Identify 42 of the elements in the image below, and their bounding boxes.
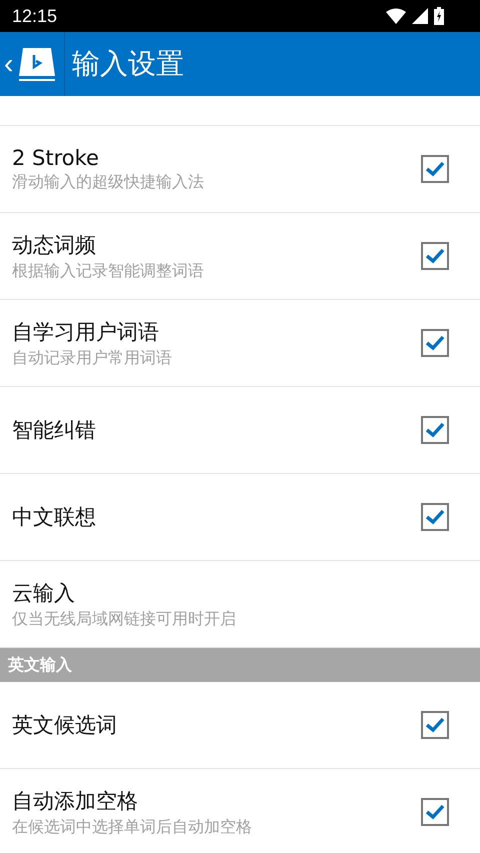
battery-icon <box>434 7 444 25</box>
setting-title: 英文候选词 <box>12 712 118 739</box>
check-icon <box>425 422 445 438</box>
setting-title: 智能纠错 <box>12 417 97 444</box>
setting-row[interactable]: 自动添加空格 在候选词中选择单词后自动加空格 <box>0 769 480 853</box>
wifi-icon <box>386 8 406 24</box>
checkbox[interactable] <box>421 242 449 270</box>
section-header: 英文输入 <box>0 648 480 682</box>
setting-row[interactable]: 2 Stroke 滑动输入的超级快捷输入法 <box>0 126 480 213</box>
setting-description: 滑动输入的超级快捷输入法 <box>12 172 205 192</box>
setting-row[interactable]: 智能纠错 <box>0 387 480 474</box>
check-icon <box>425 335 445 351</box>
checkbox[interactable] <box>421 155 449 183</box>
setting-description: 自动记录用户常用词语 <box>12 348 173 368</box>
setting-title: 动态词频 <box>12 232 97 258</box>
setting-description: 在候选词中选择单词后自动加空格 <box>12 816 253 838</box>
back-button[interactable]: ‹ <box>0 32 65 96</box>
setting-description: 根据输入记录智能调整词语 <box>12 260 205 282</box>
status-time: 12:15 <box>12 6 58 26</box>
setting-title: 自动添加空格 <box>12 788 139 814</box>
setting-title: 云输入 <box>12 580 76 606</box>
setting-row[interactable]: 中文联想 <box>0 474 480 561</box>
setting-row[interactable]: 动态词频 根据输入记录智能调整词语 <box>0 213 480 300</box>
setting-title: 中文联想 <box>12 504 97 531</box>
setting-title: 自学习用户词语 <box>12 318 160 346</box>
setting-title: 2 Stroke <box>12 146 100 170</box>
check-icon <box>425 509 445 525</box>
setting-row[interactable]: 英文候选词 <box>0 682 480 769</box>
keyboard-logo-icon <box>17 46 58 82</box>
page-title: 输入设置 <box>72 46 184 82</box>
signal-icon <box>412 8 428 24</box>
check-icon <box>425 161 445 177</box>
check-icon <box>425 804 445 820</box>
setting-row[interactable]: 自学习用户词语 自动记录用户常用词语 <box>0 300 480 387</box>
setting-description: 仅当无线局域网链接可用时开启 <box>12 608 237 630</box>
check-icon <box>425 248 445 264</box>
checkbox[interactable] <box>421 798 449 826</box>
checkbox[interactable] <box>421 416 449 444</box>
checkbox[interactable] <box>421 711 449 739</box>
checkbox[interactable] <box>421 503 449 531</box>
check-icon <box>425 717 445 733</box>
checkbox[interactable] <box>421 329 449 357</box>
